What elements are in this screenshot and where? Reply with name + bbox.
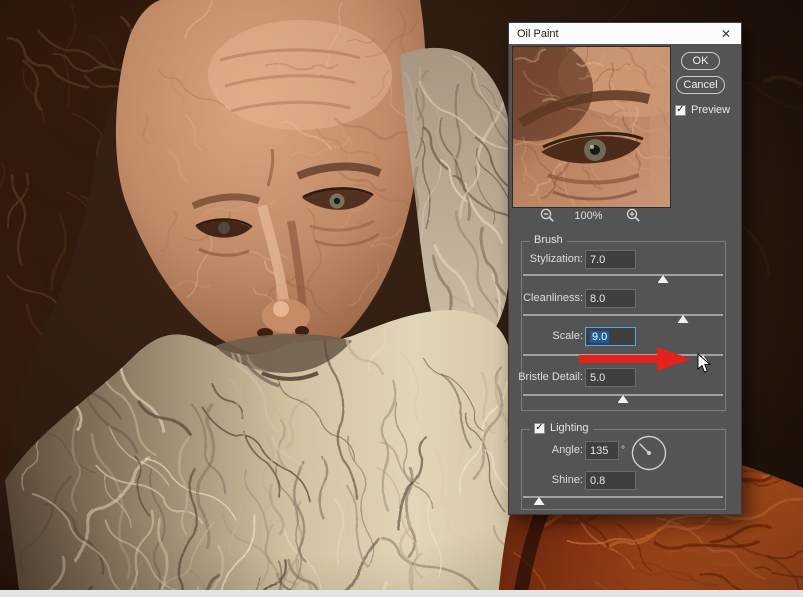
lighting-checkbox[interactable]: ✓ — [534, 423, 545, 434]
shine-slider[interactable] — [523, 494, 723, 506]
zoom-level: 100% — [561, 210, 616, 222]
lighting-group-legend: ✓ Lighting — [530, 422, 593, 434]
screenshot-canvas: Oil Paint ✕ — [0, 0, 803, 597]
bristle-detail-label: Bristle Detail: — [509, 368, 583, 387]
slider-thumb[interactable] — [678, 315, 689, 323]
slider-track[interactable] — [523, 274, 723, 276]
close-icon[interactable]: ✕ — [719, 28, 733, 40]
stylization-slider[interactable] — [523, 272, 723, 284]
scale-input[interactable]: 9.0 — [585, 327, 636, 346]
scale-label: Scale: — [509, 327, 583, 346]
brush-group-legend: Brush — [530, 234, 567, 246]
shine-input[interactable] — [585, 471, 636, 490]
lighting-group-label: Lighting — [550, 422, 589, 434]
angle-label: Angle: — [509, 441, 583, 460]
slider-thumb[interactable] — [534, 497, 545, 505]
slider-thumb[interactable] — [658, 275, 669, 283]
filter-preview-image[interactable] — [512, 46, 671, 208]
shine-label: Shine: — [509, 471, 583, 490]
dialog-titlebar[interactable]: Oil Paint ✕ — [509, 23, 741, 44]
slider-track[interactable] — [523, 314, 723, 316]
cancel-button[interactable]: Cancel — [676, 76, 725, 94]
scale-input-selected-text: 9.0 — [590, 331, 609, 343]
slider-track[interactable] — [523, 496, 723, 498]
dialog-title: Oil Paint — [517, 28, 719, 40]
angle-dial-needle[interactable] — [639, 443, 649, 453]
preview-checkbox[interactable]: ✓ — [675, 105, 686, 116]
angle-dial[interactable] — [629, 433, 669, 473]
annotation-arrow-icon — [579, 346, 693, 372]
preview-checkbox-label: Preview — [691, 104, 730, 116]
oil-paint-dialog: Oil Paint ✕ — [508, 22, 742, 515]
stylization-input[interactable] — [585, 250, 636, 269]
cleanliness-label: Cleanliness: — [509, 289, 583, 308]
page-edge-strip — [0, 590, 803, 597]
preview-checkbox-row[interactable]: ✓ Preview — [675, 104, 730, 116]
zoom-out-icon[interactable] — [540, 208, 555, 223]
angle-degree-unit: ° — [621, 441, 625, 460]
ok-button[interactable]: OK — [681, 52, 720, 70]
slider-thumb[interactable] — [618, 395, 629, 403]
mouse-cursor-icon — [697, 353, 712, 374]
angle-input[interactable] — [585, 441, 619, 460]
dialog-body: OK Cancel ✓ Preview 100% Brush — [509, 44, 741, 514]
cleanliness-input[interactable] — [585, 289, 636, 308]
stylization-label: Stylization: — [509, 250, 583, 269]
bristle-detail-slider[interactable] — [523, 392, 723, 404]
cleanliness-slider[interactable] — [523, 312, 723, 324]
zoom-in-icon[interactable] — [626, 208, 641, 223]
